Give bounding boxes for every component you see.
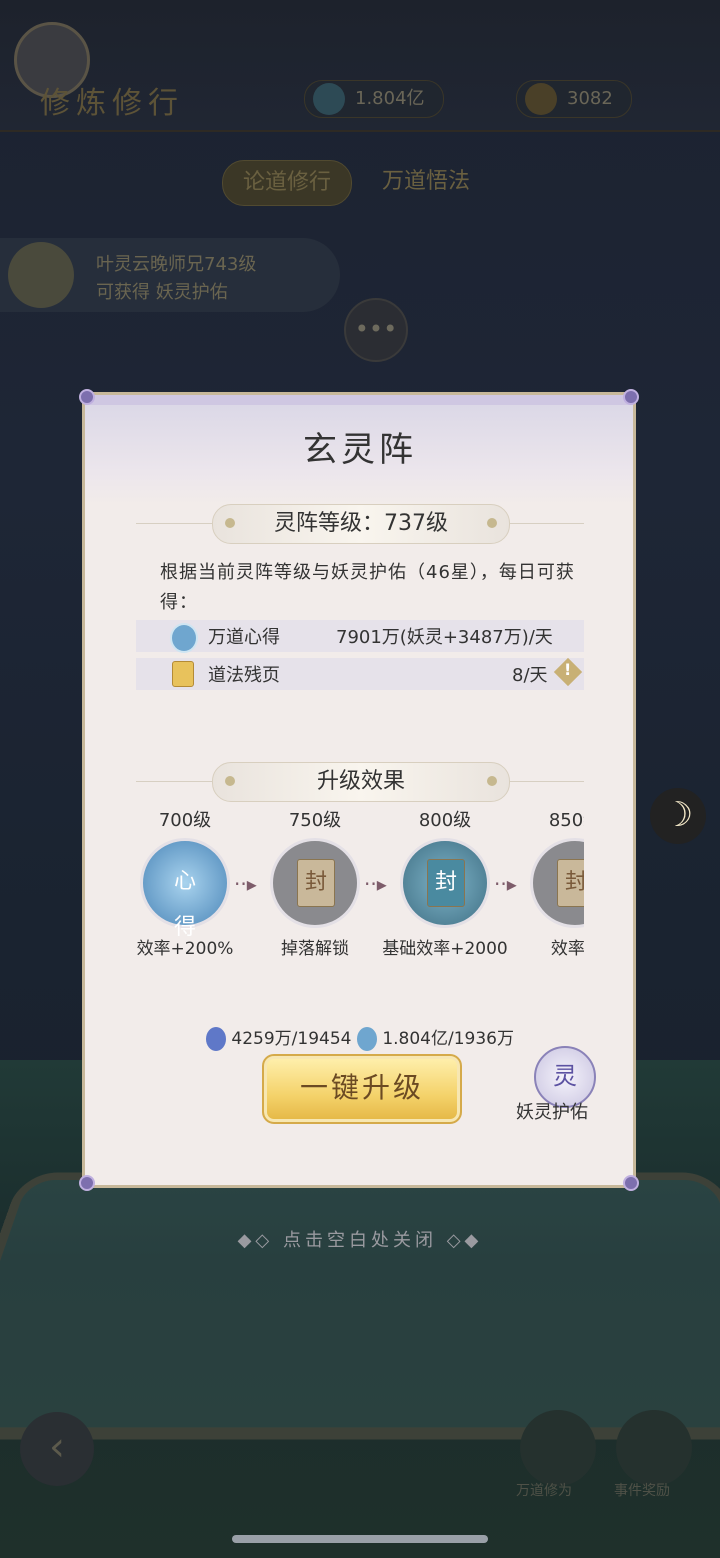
one-click-upgrade-button[interactable]: 一键升级	[262, 1054, 462, 1124]
currency-xinde: 1.804亿	[304, 80, 444, 118]
banner-dot	[225, 776, 235, 786]
tab-lundao[interactable]: 论道修行	[222, 160, 353, 206]
level-banner: 灵阵等级：737级	[212, 504, 510, 544]
milestone-750: 750级 封 掉落解锁	[250, 806, 380, 956]
reward-row: 道法残页 8/天	[136, 658, 584, 690]
milestone-850: 850级 封 效率+	[510, 806, 584, 956]
dialog-title: 玄灵阵	[303, 430, 417, 470]
moon-icon[interactable]: ☽	[650, 788, 706, 844]
seal-scroll-icon: 封	[400, 838, 490, 928]
level-milestones: 700级 心得 效率+200% 750级 封 掉落解锁 800级 封 基础效率+…	[136, 806, 584, 956]
chat-bubble-icon[interactable]: •••	[344, 298, 408, 362]
divider	[508, 781, 584, 782]
xinde-icon	[170, 623, 198, 653]
corner-ornament	[623, 389, 639, 405]
banner-dot	[487, 776, 497, 786]
essence-icon	[206, 1027, 227, 1051]
milestone-800: 800级 封 基础效率+2000	[382, 810, 508, 956]
corner-ornament	[79, 1175, 95, 1191]
wandao-button[interactable]	[520, 1410, 596, 1486]
currency-energy: 3082	[516, 80, 632, 118]
notice-avatar	[8, 242, 74, 308]
seal-scroll-icon: 封	[270, 838, 360, 928]
xinde-icon: 心得	[140, 838, 230, 940]
tab-wandao[interactable]: 万道悟法	[362, 160, 490, 204]
description-text: 根据当前灵阵等级与妖灵护佑（46星），每日可获得：	[160, 562, 575, 613]
seal-scroll-icon: 封	[530, 838, 584, 928]
page-title: 修炼修行	[40, 86, 184, 121]
lightning-icon	[525, 83, 557, 115]
guard-label[interactable]: 妖灵护佑	[516, 1098, 588, 1124]
arrow-right-icon: ··▸	[364, 872, 387, 896]
arrow-right-icon: ··▸	[234, 872, 257, 896]
back-arrow-icon[interactable]: ‹	[20, 1412, 94, 1486]
xinde-icon	[313, 83, 345, 115]
xinde-icon	[356, 1027, 377, 1051]
upgrade-cost: 4259万/19454 1.804亿/1936万	[0, 1024, 720, 1051]
arena-rim	[0, 1172, 720, 1440]
scroll-page-icon	[172, 661, 194, 687]
milestone-700: 700级 心得 效率+200%	[136, 810, 234, 956]
effect-banner: 升级效果	[212, 762, 510, 802]
home-indicator[interactable]	[232, 1535, 488, 1543]
corner-ornament	[623, 1175, 639, 1191]
arrow-right-icon: ··▸	[494, 872, 517, 896]
divider	[508, 523, 584, 524]
corner-ornament	[79, 389, 95, 405]
banner-dot	[487, 518, 497, 528]
event-button[interactable]	[616, 1410, 692, 1486]
reward-row: 万道心得 7901万(妖灵+3487万)/天	[136, 620, 584, 653]
notice-banner: 叶灵云晚师兄743级 可获得 妖灵护佑	[0, 238, 340, 312]
close-hint[interactable]: ◆◇ 点击空白处关闭 ◇◆	[0, 1226, 720, 1252]
banner-dot	[225, 518, 235, 528]
divider	[136, 523, 212, 524]
divider	[136, 781, 212, 782]
